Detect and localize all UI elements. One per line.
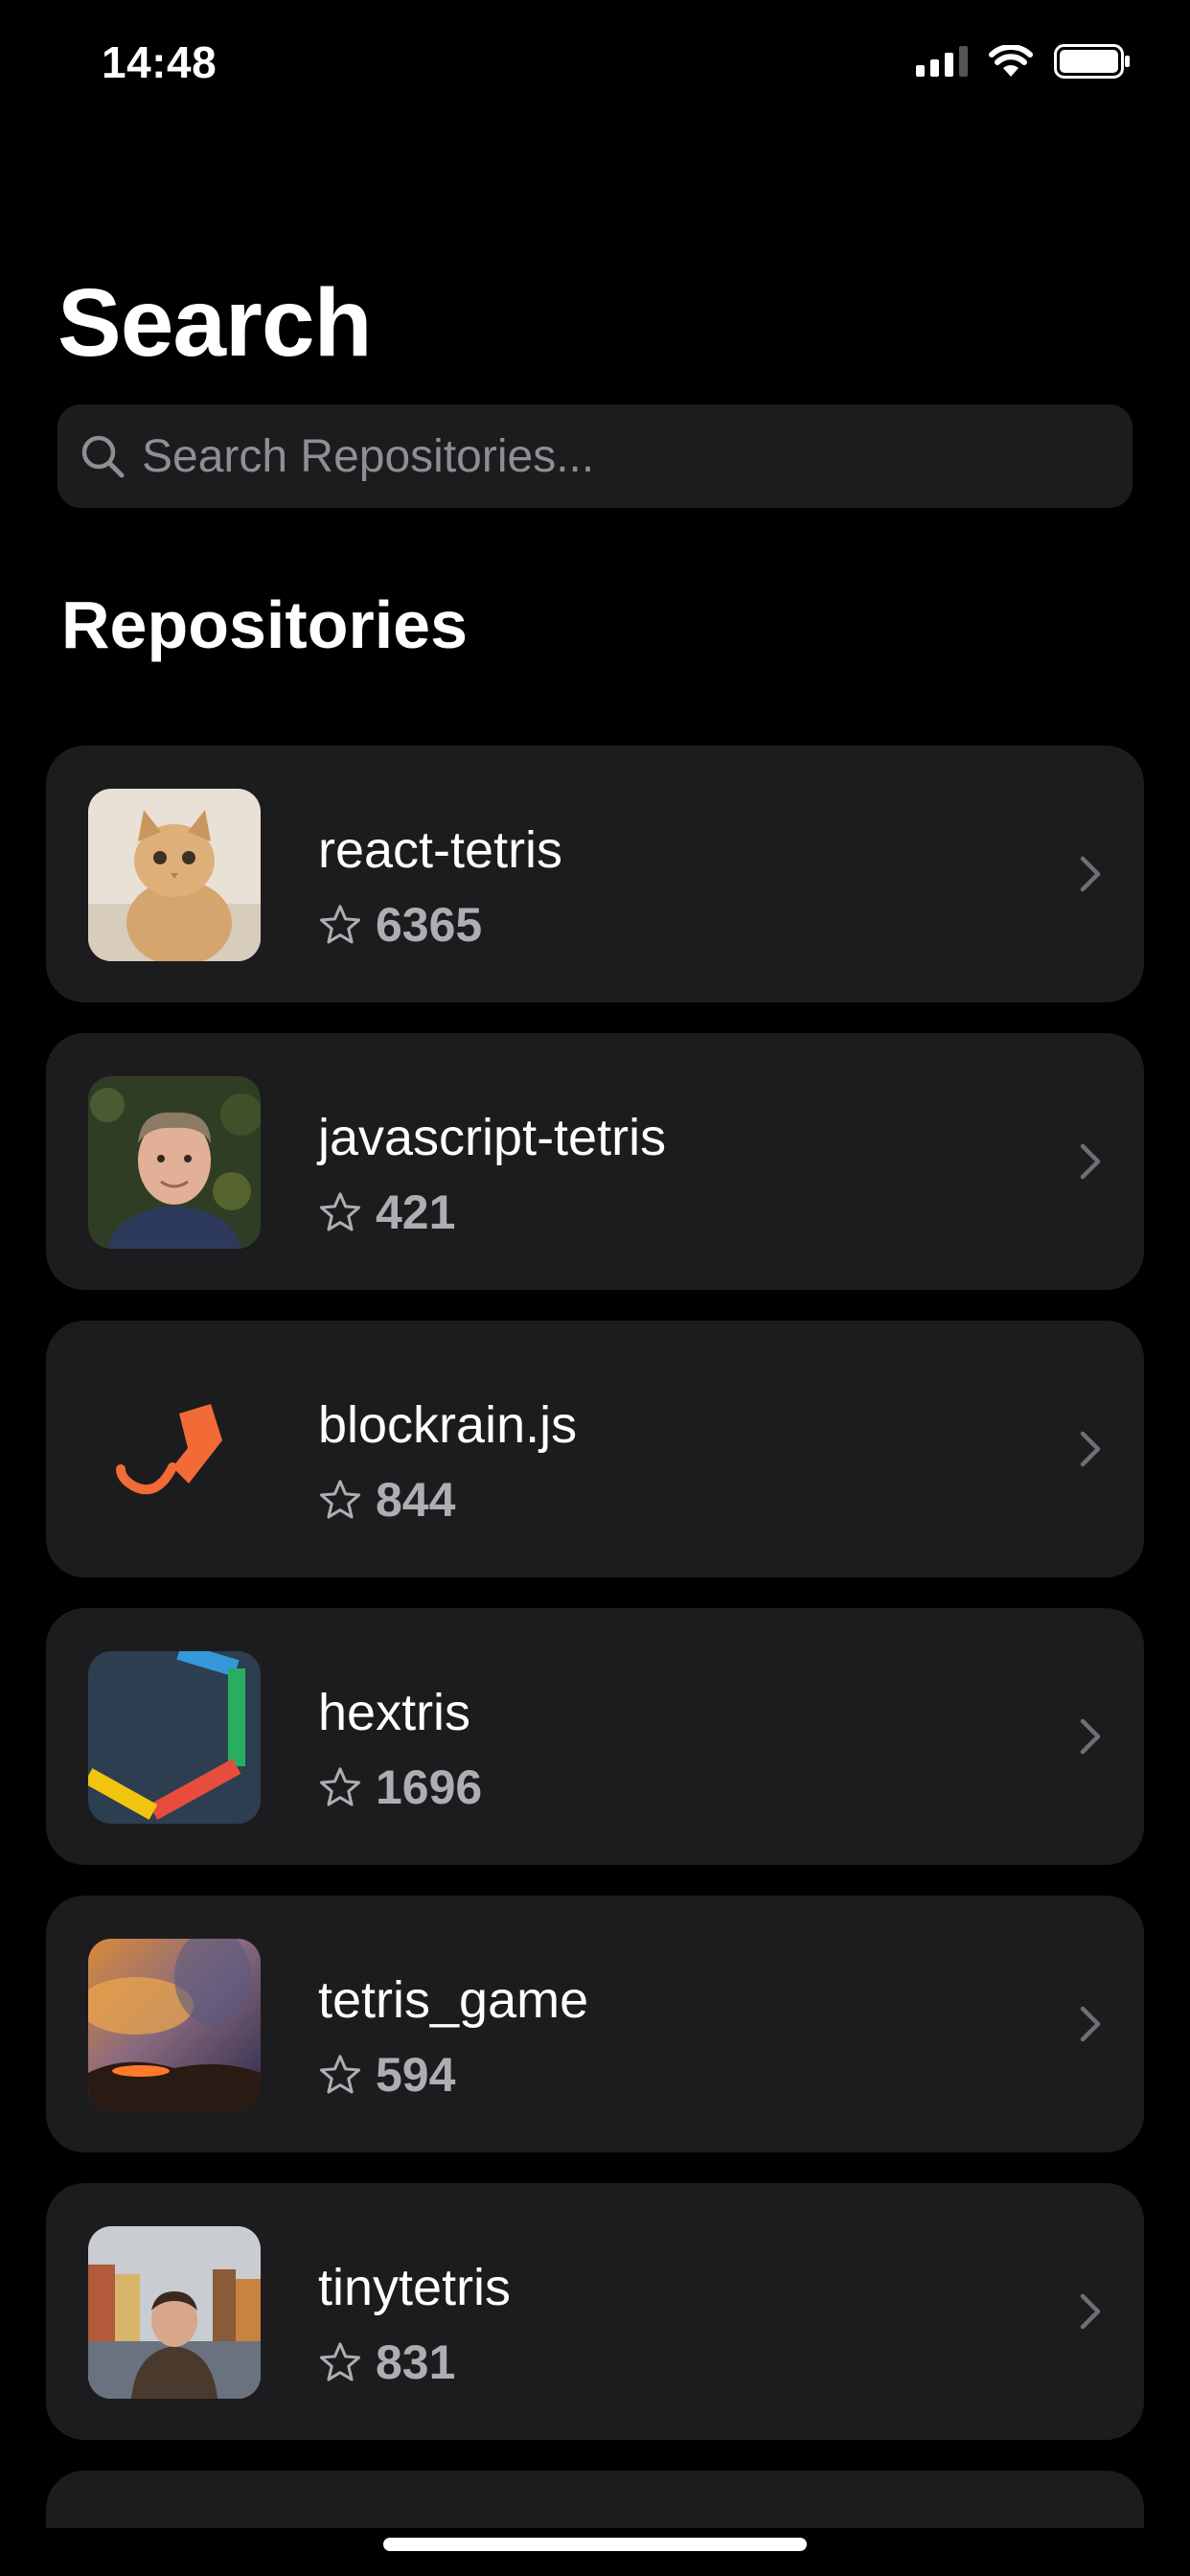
chevron-right-icon xyxy=(1080,1718,1101,1755)
search-bar[interactable] xyxy=(57,404,1133,508)
repo-name: react-tetris xyxy=(318,821,563,879)
status-bar: 14:48 xyxy=(0,0,1190,134)
wifi-icon xyxy=(989,45,1033,77)
star-count: 421 xyxy=(376,1185,456,1239)
repo-card-blockrain[interactable]: blockrain.js 844 xyxy=(46,1321,1144,1577)
star-icon xyxy=(319,905,361,944)
search-icon xyxy=(81,435,125,478)
star-icon xyxy=(319,1480,361,1519)
sunset-landscape-avatar xyxy=(88,1939,261,2111)
star-count: 594 xyxy=(376,2048,456,2102)
repo-card-javascript-tetris[interactable]: javascript-tetris 421 xyxy=(46,1033,1144,1290)
chevron-right-icon xyxy=(1080,2006,1101,2042)
star-icon xyxy=(319,1767,361,1806)
repo-card-hextris[interactable]: hextris 1696 xyxy=(46,1608,1144,1865)
star-icon xyxy=(319,2342,361,2381)
star-count: 1696 xyxy=(376,1760,483,1814)
star-count: 844 xyxy=(376,1473,456,1527)
repo-stars: 594 xyxy=(318,2047,455,2103)
battery-icon xyxy=(1054,44,1130,79)
repo-stars: 421 xyxy=(318,1184,455,1240)
chevron-right-icon xyxy=(1080,2293,1101,2330)
section-title: Repositories xyxy=(61,587,468,662)
repo-card-tinytetris[interactable]: tinytetris 831 xyxy=(46,2183,1144,2440)
search-input[interactable] xyxy=(142,404,1133,508)
star-icon xyxy=(319,1192,361,1231)
repo-stars: 844 xyxy=(318,1472,455,1528)
man-portrait-avatar xyxy=(88,1076,261,1249)
repository-list: react-tetris 6365 javascript-tetris 421 … xyxy=(46,746,1144,2471)
repo-card-partial[interactable] xyxy=(46,2471,1144,2528)
status-time: 14:48 xyxy=(102,37,217,87)
repo-stars: 831 xyxy=(318,2334,455,2390)
star-icon xyxy=(319,2055,361,2094)
home-indicator[interactable] xyxy=(383,2538,807,2551)
chevron-right-icon xyxy=(1080,1431,1101,1467)
page-title: Search xyxy=(57,269,373,377)
status-icons xyxy=(916,44,1131,79)
repo-stars: 6365 xyxy=(318,897,482,953)
orange-logo-avatar xyxy=(88,1364,261,1536)
repo-name: tinytetris xyxy=(318,2259,512,2316)
cellular-signal-icon xyxy=(916,46,968,77)
repo-card-react-tetris[interactable]: react-tetris 6365 xyxy=(46,746,1144,1002)
repo-stars: 1696 xyxy=(318,1760,482,1815)
star-count: 831 xyxy=(376,2335,456,2389)
star-count: 6365 xyxy=(376,898,483,952)
repo-name: javascript-tetris xyxy=(318,1109,667,1166)
cat-photo-avatar xyxy=(88,789,261,961)
chevron-right-icon xyxy=(1080,1143,1101,1180)
chevron-right-icon xyxy=(1080,856,1101,892)
repo-card-tetris-game[interactable]: tetris_game 594 xyxy=(46,1896,1144,2152)
man-harbor-avatar xyxy=(88,2226,261,2399)
repo-name: blockrain.js xyxy=(318,1396,578,1454)
repo-name: hextris xyxy=(318,1684,471,1741)
repo-name: tetris_game xyxy=(318,1971,589,2029)
screen: 14:48 Search Repositories xyxy=(0,0,1190,2576)
hexagon-logo-avatar xyxy=(88,1651,261,1824)
